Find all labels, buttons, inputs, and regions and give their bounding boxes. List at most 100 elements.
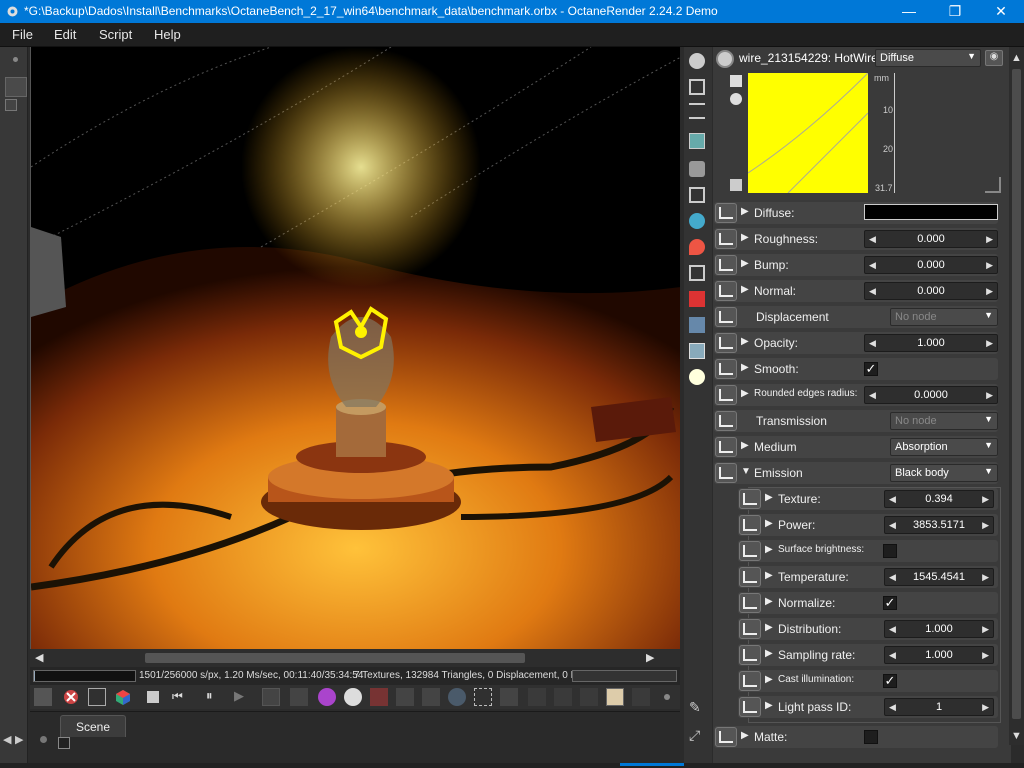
preview-scale-icon[interactable]: [730, 179, 742, 191]
restart-icon[interactable]: ⏮: [172, 689, 183, 704]
roughness-pin-button[interactable]: [715, 229, 737, 249]
texture-value-field[interactable]: 0.394 ◀ ▶: [884, 490, 994, 508]
expand-arrow-icon[interactable]: ▶: [741, 336, 749, 347]
increment-icon[interactable]: ▶: [982, 572, 989, 583]
decrement-icon[interactable]: ◀: [869, 338, 876, 349]
texture-pin-button[interactable]: [739, 489, 761, 509]
diffuse-color-swatch[interactable]: [864, 204, 998, 220]
tab-scene[interactable]: Scene: [60, 715, 126, 737]
light-pass-id-pin-button[interactable]: [739, 697, 761, 717]
image-icon[interactable]: [689, 133, 705, 149]
smooth-pin-button[interactable]: [715, 359, 737, 379]
temperature-value-field[interactable]: 1545.4541 ◀ ▶: [884, 568, 994, 586]
normalize-checkbox[interactable]: ✓: [883, 596, 897, 610]
medium-pin-button[interactable]: [715, 437, 737, 457]
camera-target-icon[interactable]: [422, 688, 440, 706]
decrement-icon[interactable]: ◀: [869, 260, 876, 271]
light-pass-id-value-field[interactable]: 1 ◀ ▶: [884, 698, 994, 716]
preview-sphere-icon[interactable]: [730, 93, 742, 105]
expand-arrow-icon[interactable]: ▶: [741, 362, 749, 373]
cube-icon[interactable]: [114, 688, 132, 706]
checker-icon[interactable]: [606, 688, 624, 706]
increment-icon[interactable]: ▶: [982, 650, 989, 661]
monitor-icon[interactable]: [689, 187, 705, 203]
increment-icon[interactable]: ▶: [982, 624, 989, 635]
expand-arrow-icon[interactable]: ▶: [741, 730, 749, 741]
power-pin-button[interactable]: [739, 515, 761, 535]
increment-icon[interactable]: ▶: [986, 338, 993, 349]
pause-icon[interactable]: ⏸: [206, 688, 213, 704]
opacity-pin-button[interactable]: [715, 333, 737, 353]
inspector-vscroll[interactable]: ▲ ▼: [1009, 47, 1024, 745]
bump-value-field[interactable]: 0.000 ◀ ▶: [864, 256, 998, 274]
decrement-icon[interactable]: ◀: [889, 650, 896, 661]
increment-icon[interactable]: ▶: [982, 520, 989, 531]
decrement-icon[interactable]: ◀: [889, 494, 896, 505]
decrement-icon[interactable]: ◀: [889, 520, 896, 531]
sampling-rate-value-field[interactable]: 1.000 ◀ ▶: [884, 646, 994, 664]
increment-icon[interactable]: ▶: [982, 702, 989, 713]
region-render-icon[interactable]: [34, 688, 52, 706]
matte-checkbox[interactable]: [864, 730, 878, 744]
expand-arrow-icon[interactable]: ▶: [741, 284, 749, 295]
expand-arrow-icon[interactable]: ▶: [765, 544, 773, 555]
lock-icon[interactable]: [632, 688, 650, 706]
snapshot-icon[interactable]: [580, 688, 598, 706]
sampling-rate-pin-button[interactable]: [739, 645, 761, 665]
expand-arrow-icon[interactable]: ▶: [765, 622, 773, 633]
smooth-checkbox[interactable]: ✓: [864, 362, 878, 376]
render-region-icon[interactable]: [474, 688, 492, 706]
windows-icon[interactable]: [689, 79, 705, 95]
decrement-icon[interactable]: ◀: [889, 624, 896, 635]
increment-icon[interactable]: ▶: [986, 260, 993, 271]
expand-arrow-icon[interactable]: ▶: [765, 596, 773, 607]
expand-arrow-icon[interactable]: ▶: [765, 570, 773, 581]
gauge-icon[interactable]: [500, 688, 518, 706]
scroll-left-icon[interactable]: ◀: [35, 651, 43, 664]
temperature-pin-button[interactable]: [739, 567, 761, 587]
zoom-region-icon[interactable]: [448, 688, 466, 706]
camera-settings-icon[interactable]: [689, 53, 705, 69]
viewport-hscroll[interactable]: ◀ ▶: [30, 649, 680, 667]
collapse-icon[interactable]: [5, 99, 17, 111]
distribution-value-field[interactable]: 1.000 ◀ ▶: [884, 620, 994, 638]
scene-dot-icon[interactable]: [40, 736, 47, 743]
power-value-field[interactable]: 3853.5171 ◀ ▶: [884, 516, 994, 534]
film-region-icon[interactable]: [528, 688, 546, 706]
menu-file[interactable]: File: [12, 27, 33, 42]
texture-icon[interactable]: [689, 343, 705, 359]
render-viewport[interactable]: [30, 47, 680, 649]
bump-pin-button[interactable]: [715, 255, 737, 275]
expand-arrow-icon[interactable]: ▶: [741, 232, 749, 243]
scroll-right-icon[interactable]: ▶: [646, 651, 654, 664]
decrement-icon[interactable]: ◀: [869, 390, 876, 401]
left-arrow-icon[interactable]: ◀: [3, 733, 11, 746]
expand-arrow-icon[interactable]: ▶: [765, 674, 773, 685]
expanded-arrow-icon[interactable]: ▼: [741, 466, 751, 477]
expand-arrow-icon[interactable]: ▶: [765, 648, 773, 659]
fit-view-icon[interactable]: [88, 688, 106, 706]
increment-icon[interactable]: ▶: [986, 286, 993, 297]
red-cube-icon[interactable]: [689, 291, 705, 307]
normalize-pin-button[interactable]: [739, 593, 761, 613]
play-icon[interactable]: ▶: [234, 688, 244, 704]
surface-brightness-pin-button[interactable]: [739, 541, 761, 561]
object-picker-icon[interactable]: [396, 688, 414, 706]
displacement-pin-button[interactable]: [715, 307, 737, 327]
menu-edit[interactable]: Edit: [54, 27, 76, 42]
material-icon[interactable]: [689, 239, 705, 255]
expand-arrow-icon[interactable]: ▶: [741, 440, 749, 451]
menu-script[interactable]: Script: [99, 27, 132, 42]
roughness-value-field[interactable]: 0.000 ◀ ▶: [864, 230, 998, 248]
scene-node-icon[interactable]: [58, 737, 70, 749]
material-picker-icon[interactable]: [370, 688, 388, 706]
transmission-dropdown[interactable]: No node ▼: [890, 412, 998, 430]
expand-arrow-icon[interactable]: ▶: [765, 492, 773, 503]
dock-dot-icon[interactable]: [13, 57, 18, 62]
focus-picker-icon[interactable]: [344, 688, 362, 706]
diffuse-pin-button[interactable]: [715, 203, 737, 223]
increment-icon[interactable]: ▶: [982, 494, 989, 505]
normal-value-field[interactable]: 0.000 ◀ ▶: [864, 282, 998, 300]
decrement-icon[interactable]: ◀: [889, 572, 896, 583]
resize-grip-icon[interactable]: [985, 177, 1001, 193]
